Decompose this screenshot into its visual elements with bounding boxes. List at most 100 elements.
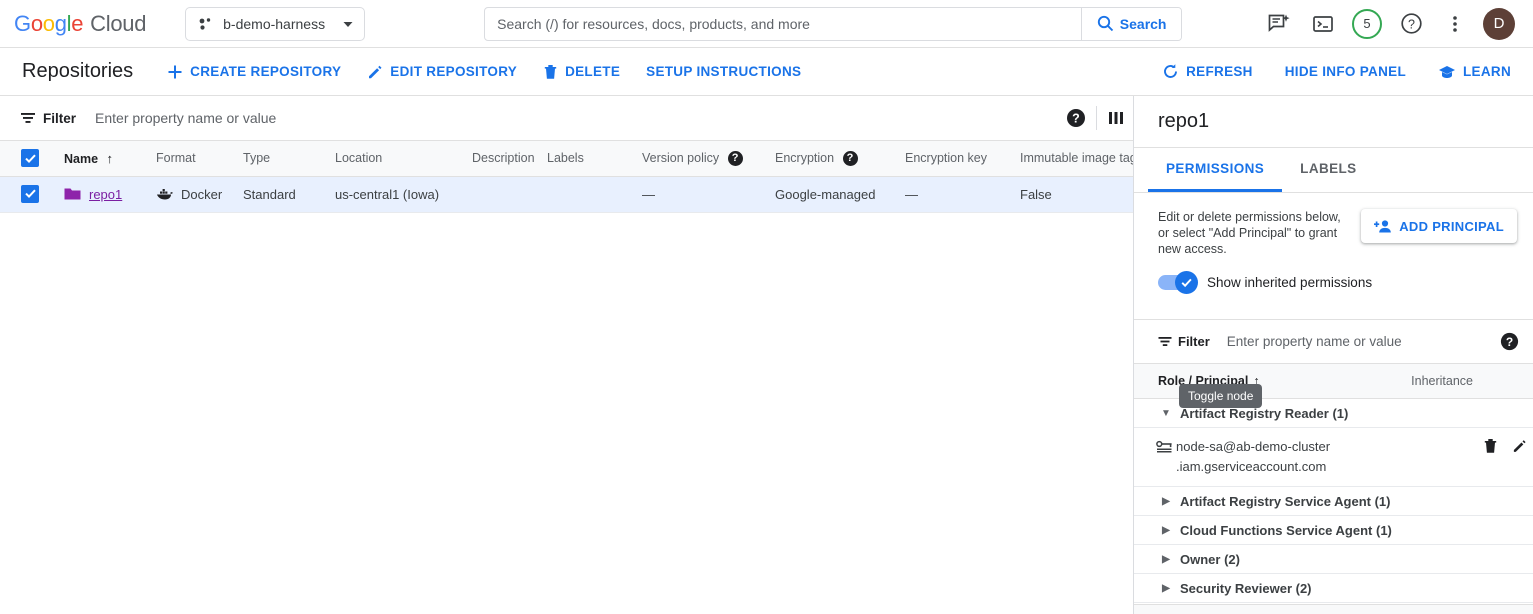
cell-version-policy: — bbox=[636, 176, 769, 213]
column-header-encryption-key[interactable]: Encryption key bbox=[899, 141, 1014, 177]
credits-count: 5 bbox=[1352, 8, 1382, 39]
column-header-encryption[interactable]: Encryption ? bbox=[769, 141, 899, 177]
chevron-down-icon[interactable]: ▼ bbox=[1158, 408, 1174, 419]
permission-group-row[interactable]: ▼ Artifact Registry Reader (1) bbox=[1134, 399, 1533, 428]
refresh-icon bbox=[1162, 63, 1179, 80]
principal-line2: .iam.gserviceaccount.com bbox=[1176, 459, 1327, 474]
column-label-name: Name bbox=[64, 151, 99, 166]
cell-encryption: Google-managed bbox=[769, 176, 899, 213]
help-icon[interactable]: ? bbox=[842, 150, 858, 166]
chevron-right-icon[interactable]: ▶ bbox=[1158, 583, 1174, 594]
tab-labels[interactable]: LABELS bbox=[1282, 148, 1374, 192]
search-icon bbox=[1097, 15, 1114, 32]
permissions-intro: Edit or delete permissions below, or sel… bbox=[1134, 193, 1533, 257]
filter-label: Filter bbox=[43, 110, 77, 126]
format-label: Docker bbox=[181, 186, 223, 202]
column-header-inheritance[interactable]: Inheritance bbox=[1411, 374, 1519, 388]
filter-button[interactable]: Filter bbox=[20, 111, 76, 126]
global-search: Search bbox=[484, 6, 1183, 41]
permission-group-row[interactable]: ▶ Owner (2) bbox=[1134, 545, 1533, 574]
info-panel-tabs: PERMISSIONS LABELS bbox=[1134, 148, 1533, 193]
page-title: Repositories bbox=[22, 60, 134, 82]
more-options-icon[interactable] bbox=[1433, 2, 1477, 46]
graduation-cap-icon bbox=[1438, 64, 1456, 80]
permissions-description: Edit or delete permissions below, or sel… bbox=[1158, 210, 1341, 256]
page-body: Filter ? bbox=[0, 96, 1533, 614]
column-display-icon[interactable] bbox=[1107, 110, 1125, 126]
free-trial-credits-badge[interactable]: 5 bbox=[1345, 2, 1389, 46]
top-navigation-bar: Google Cloud b-demo-harness Search (/) f… bbox=[0, 0, 1533, 48]
permissions-filter-input[interactable] bbox=[1209, 333, 1500, 350]
search-input[interactable] bbox=[485, 7, 1082, 40]
learn-button[interactable]: LEARN bbox=[1430, 58, 1519, 86]
permissions-filter-label: Filter bbox=[1178, 334, 1210, 349]
chevron-right-icon[interactable]: ▶ bbox=[1158, 496, 1174, 507]
tab-permissions[interactable]: PERMISSIONS bbox=[1148, 148, 1283, 192]
project-name: b-demo-harness bbox=[223, 15, 326, 32]
column-header-description[interactable]: Description bbox=[466, 141, 541, 177]
delete-button[interactable]: DELETE bbox=[535, 58, 628, 86]
cell-labels bbox=[541, 176, 636, 213]
trash-icon[interactable] bbox=[1483, 438, 1498, 454]
table-header-row: Name ↑ Format Type Location Description … bbox=[0, 141, 1133, 177]
hide-info-panel-button[interactable]: HIDE INFO PANEL bbox=[1277, 58, 1414, 85]
permission-role-label: Cloud Functions Service Agent (1) bbox=[1180, 522, 1392, 538]
google-cloud-logo[interactable]: Google Cloud bbox=[0, 11, 146, 37]
column-header-type[interactable]: Type bbox=[237, 141, 329, 177]
column-header-format[interactable]: Format bbox=[150, 141, 237, 177]
repository-link[interactable]: repo1 bbox=[89, 187, 122, 202]
cell-description bbox=[466, 176, 541, 213]
column-header-role-principal[interactable]: Role / Principal ↑ bbox=[1158, 374, 1260, 388]
select-all-header bbox=[0, 141, 58, 177]
info-panel-title: repo1 bbox=[1134, 96, 1533, 148]
svg-text:?: ? bbox=[1506, 335, 1513, 349]
panel-divider bbox=[1134, 290, 1533, 320]
column-header-name[interactable]: Name ↑ bbox=[58, 141, 150, 177]
column-header-labels[interactable]: Labels bbox=[541, 141, 636, 177]
table-filter-icons: ? bbox=[1066, 106, 1125, 130]
column-header-version-policy[interactable]: Version policy ? bbox=[636, 141, 769, 177]
help-icon[interactable]: ? bbox=[1500, 332, 1519, 351]
create-repository-button[interactable]: CREATE REPOSITORY bbox=[159, 58, 349, 86]
filter-icon bbox=[1158, 335, 1173, 348]
select-all-checkbox[interactable] bbox=[21, 149, 39, 167]
edit-repository-button[interactable]: EDIT REPOSITORY bbox=[359, 58, 525, 86]
repositories-table: Name ↑ Format Type Location Description … bbox=[0, 141, 1133, 213]
chevron-right-icon[interactable]: ▶ bbox=[1158, 525, 1174, 536]
gemini-chat-icon[interactable] bbox=[1257, 2, 1301, 46]
app-root: Google Cloud b-demo-harness Search (/) f… bbox=[0, 0, 1533, 614]
help-icon[interactable]: ? bbox=[727, 150, 743, 166]
column-header-immutable-image-tags[interactable]: Immutable image tags bbox=[1014, 141, 1133, 177]
column-header-location[interactable]: Location bbox=[329, 141, 466, 177]
plus-icon bbox=[167, 64, 183, 80]
refresh-button[interactable]: REFRESH bbox=[1154, 57, 1261, 86]
avatar[interactable]: D bbox=[1483, 7, 1515, 40]
setup-instructions-button[interactable]: SETUP INSTRUCTIONS bbox=[638, 58, 809, 85]
search-button[interactable]: Search bbox=[1081, 7, 1182, 40]
sort-ascending-icon: ↑ bbox=[1253, 374, 1260, 388]
setup-instructions-label: SETUP INSTRUCTIONS bbox=[646, 64, 802, 79]
permission-group-row[interactable]: ▶ Cloud Functions Service Agent (1) bbox=[1134, 516, 1533, 545]
cell-name: repo1 bbox=[58, 176, 150, 213]
permissions-filter-button[interactable]: Filter bbox=[1158, 334, 1210, 349]
chevron-right-icon[interactable]: ▶ bbox=[1158, 554, 1174, 565]
row-checkbox[interactable] bbox=[21, 184, 39, 203]
add-principal-button[interactable]: ADD PRINCIPAL bbox=[1361, 209, 1517, 243]
svg-text:?: ? bbox=[1408, 18, 1415, 32]
filter-input[interactable] bbox=[76, 109, 1066, 127]
table-row[interactable]: repo1 Docker Standard us-central1 (Iowa)… bbox=[0, 176, 1133, 213]
permission-group-row[interactable]: ▶ Security Reviewer (2) bbox=[1134, 574, 1533, 603]
show-inherited-permissions-toggle[interactable] bbox=[1158, 271, 1198, 294]
principal-row[interactable]: node-sa@ab-demo-cluster .iam.gserviceacc… bbox=[1134, 428, 1533, 487]
project-selector[interactable]: b-demo-harness bbox=[185, 6, 366, 41]
principal-row-actions bbox=[1483, 437, 1527, 454]
help-icon[interactable]: ? bbox=[1066, 108, 1086, 128]
repositories-pane: Filter ? bbox=[0, 96, 1134, 614]
cell-location: us-central1 (Iowa) bbox=[329, 176, 466, 213]
cloud-shell-terminal-icon[interactable] bbox=[1301, 2, 1345, 46]
row-select-cell bbox=[0, 176, 58, 213]
pencil-icon[interactable] bbox=[1512, 438, 1527, 454]
permission-group-row[interactable]: ▶ Artifact Registry Service Agent (1) bbox=[1134, 487, 1533, 516]
divider bbox=[1096, 106, 1097, 130]
help-icon[interactable]: ? bbox=[1389, 2, 1433, 46]
